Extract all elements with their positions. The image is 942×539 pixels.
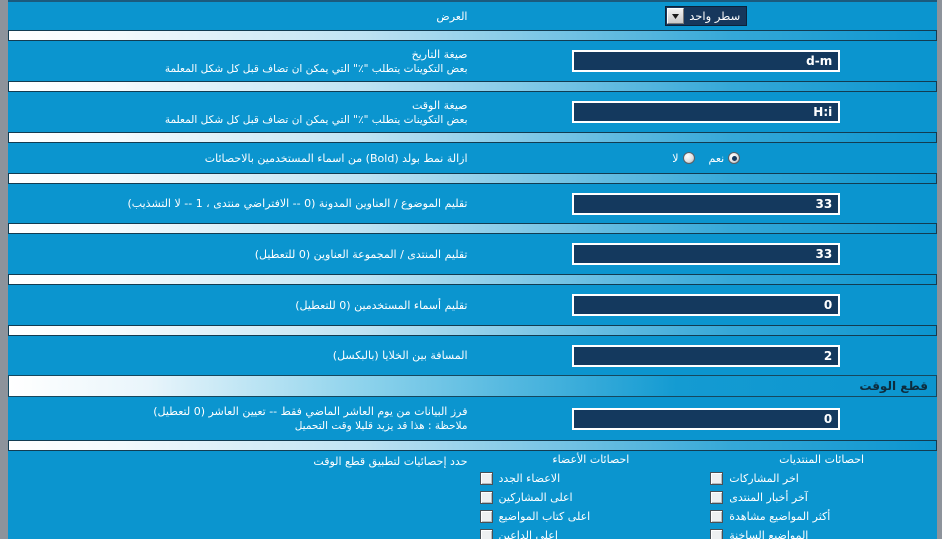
checkbox-hot-topics-label: المواضيع الساخنة — [729, 529, 809, 539]
checkbox-top-referrers[interactable] — [479, 529, 493, 539]
section-header-timecut-title: قطع الوقت — [859, 379, 928, 393]
checkbox-top-referrers-label: اعلى الداعين — [498, 529, 558, 539]
bold-removal-no-label: لا — [672, 151, 679, 165]
checkbox-top-thread-starters-label: اعلى كتاب المواضيع — [498, 510, 591, 523]
chevron-down-icon[interactable] — [667, 8, 685, 24]
checkbox-latest-posts[interactable] — [710, 472, 724, 485]
row-display: سطر واحد العرض — [8, 2, 937, 30]
row-trim-usernames: تقليم أسماء المستخدمين (0 للتعطيل) — [8, 285, 937, 325]
checkbox-most-viewed-label: أكثر المواضيع مشاهدة — [729, 510, 831, 523]
date-format-field-cell — [476, 47, 938, 75]
date-format-label: صيغة التاريخ بعض التكوينات يتطلب "٪" الت… — [8, 44, 476, 79]
trim-topic-label: تقليم الموضوع / العناوين المدونة (0 -- ا… — [8, 193, 476, 214]
check-column-members: احصائات الأعضاء الاعضاء الجدد اعلى المشا… — [476, 453, 707, 539]
trim-topic-field-cell — [476, 190, 938, 218]
trim-forum-input[interactable] — [572, 243, 841, 265]
bold-removal-label-text: ازالة نمط بولد (Bold) من اسماء المستخدمي… — [204, 151, 468, 165]
cell-spacing-field-cell — [476, 342, 938, 370]
display-label-text: العرض — [436, 9, 468, 23]
timecut-stats-label: حدد إحصائيات لتطبيق قطع الوقت — [8, 453, 476, 539]
checkbox-item-top-thread-starters[interactable]: اعلى كتاب المواضيع — [479, 507, 703, 526]
bold-removal-yes-label: نعم — [708, 151, 725, 165]
separator-1 — [8, 30, 937, 41]
radio-no-icon[interactable] — [682, 152, 695, 164]
check-column-forums-title: احصائات المنتديات — [779, 453, 865, 466]
checkbox-new-members-label: الاعضاء الجدد — [498, 472, 561, 485]
time-format-input[interactable] — [572, 101, 841, 123]
row-time-format: صيغة الوقت بعض التكوينات يتطلب "٪" التي … — [8, 92, 937, 132]
date-format-hint: بعض التكوينات يتطلب "٪" التي يمكن ان تضا… — [164, 62, 468, 75]
checkbox-new-members[interactable] — [479, 472, 493, 485]
separator-2 — [8, 81, 937, 92]
timecut-sort-input[interactable] — [572, 407, 841, 430]
trim-topic-label-text: تقليم الموضوع / العناوين المدونة (0 -- ا… — [127, 197, 468, 210]
cell-spacing-label: المسافة بين الخلايا (بالبكسل) — [8, 345, 476, 366]
settings-frame: سطر واحد العرض صيغة التاريخ بعض التكوينا… — [8, 0, 937, 539]
bold-removal-option-no[interactable]: لا — [672, 151, 695, 165]
checkbox-item-top-referrers[interactable]: اعلى الداعين — [479, 526, 703, 539]
checkbox-latest-posts-label: اخر المشاركات — [729, 472, 799, 485]
separator-4 — [8, 173, 937, 184]
trim-usernames-label: تقليم أسماء المستخدمين (0 للتعطيل) — [8, 295, 476, 316]
checkbox-item-top-posters[interactable]: اعلى المشاركين — [479, 488, 703, 507]
time-format-hint: بعض التكوينات يتطلب "٪" التي يمكن ان تضا… — [164, 113, 468, 126]
date-format-input[interactable] — [572, 50, 841, 72]
separator-6 — [8, 274, 937, 285]
bold-removal-option-yes[interactable]: نعم — [709, 152, 741, 165]
settings-page: سطر واحد العرض صيغة التاريخ بعض التكوينا… — [0, 0, 942, 539]
checkbox-top-posters-label: اعلى المشاركين — [498, 491, 573, 504]
timecut-sort-label: فرز البيانات من يوم العاشر الماضي فقط --… — [8, 401, 476, 436]
timecut-sort-field-cell — [476, 405, 938, 433]
trim-forum-label-text: تقليم المنتدى / المجموعة العناوين (0 للت… — [254, 247, 468, 261]
display-select-value: سطر واحد — [689, 9, 741, 23]
row-trim-topic: تقليم الموضوع / العناوين المدونة (0 -- ا… — [8, 184, 937, 223]
bold-removal-label: ازالة نمط بولد (Bold) من اسماء المستخدمي… — [8, 148, 476, 169]
trim-usernames-label-text: تقليم أسماء المستخدمين (0 للتعطيل) — [295, 298, 468, 312]
timecut-sort-hint: ملاحظة : هذا قد يزيد قليلا وقت التحميل — [294, 420, 468, 432]
trim-usernames-field-cell — [476, 291, 938, 319]
trim-usernames-input[interactable] — [572, 294, 841, 316]
checkbox-item-hot-topics[interactable]: المواضيع الساخنة — [710, 526, 933, 539]
display-label: العرض — [8, 6, 476, 27]
display-select[interactable]: سطر واحد — [665, 6, 748, 26]
check-column-forums: احصائات المنتديات اخر المشاركات آخر أخبا… — [706, 453, 937, 539]
checkbox-most-viewed[interactable] — [710, 510, 724, 523]
cell-spacing-input[interactable] — [572, 344, 841, 367]
separator-5 — [8, 223, 937, 234]
row-date-format: صيغة التاريخ بعض التكوينات يتطلب "٪" الت… — [8, 41, 937, 81]
checkbox-item-forum-news[interactable]: آخر أخبار المنتدى — [710, 488, 933, 507]
timecut-stats-label-text: حدد إحصائيات لتطبيق قطع الوقت — [313, 455, 468, 468]
date-format-label-text: صيغة التاريخ — [411, 47, 468, 61]
row-trim-forum: تقليم المنتدى / المجموعة العناوين (0 للت… — [8, 234, 937, 274]
row-timecut-sort: فرز البيانات من يوم العاشر الماضي فقط --… — [8, 397, 937, 440]
checkbox-hot-topics[interactable] — [710, 529, 724, 539]
timecut-sort-label-text: فرز البيانات من يوم العاشر الماضي فقط --… — [153, 405, 468, 418]
trim-forum-field-cell — [476, 240, 938, 268]
separator-7 — [8, 325, 937, 336]
time-format-label-text: صيغة الوقت — [411, 98, 468, 112]
checkbox-top-thread-starters[interactable] — [479, 510, 493, 523]
checkbox-item-most-viewed[interactable]: أكثر المواضيع مشاهدة — [710, 507, 933, 526]
time-format-field-cell — [476, 98, 938, 126]
checkbox-forum-news-label: آخر أخبار المنتدى — [729, 491, 808, 504]
time-format-label: صيغة الوقت بعض التكوينات يتطلب "٪" التي … — [8, 95, 476, 130]
bold-removal-field-cell: نعم لا — [476, 149, 938, 168]
row-bold-removal: نعم لا ازالة نمط بولد (Bold) من اسماء ال… — [8, 143, 937, 173]
check-column-members-title: احصائات الأعضاء — [552, 453, 630, 466]
section-header-timecut: قطع الوقت — [8, 375, 937, 397]
cell-spacing-label-text: المسافة بين الخلايا (بالبكسل) — [332, 349, 468, 362]
separator-8 — [8, 440, 937, 451]
trim-topic-input[interactable] — [572, 192, 841, 215]
timecut-stats-area: احصائات المنتديات اخر المشاركات آخر أخبا… — [8, 451, 937, 539]
checkbox-item-new-members[interactable]: الاعضاء الجدد — [479, 469, 703, 488]
radio-yes-icon[interactable] — [728, 152, 741, 164]
trim-forum-label: تقليم المنتدى / المجموعة العناوين (0 للت… — [8, 244, 476, 265]
checkbox-top-posters[interactable] — [479, 491, 493, 504]
bold-removal-radio-group: نعم لا — [672, 151, 741, 165]
row-cell-spacing: المسافة بين الخلايا (بالبكسل) — [8, 336, 937, 375]
separator-3 — [8, 132, 937, 143]
checkbox-item-latest-posts[interactable]: اخر المشاركات — [710, 469, 933, 488]
display-select-cell: سطر واحد — [476, 3, 938, 29]
checkbox-forum-news[interactable] — [710, 491, 724, 504]
